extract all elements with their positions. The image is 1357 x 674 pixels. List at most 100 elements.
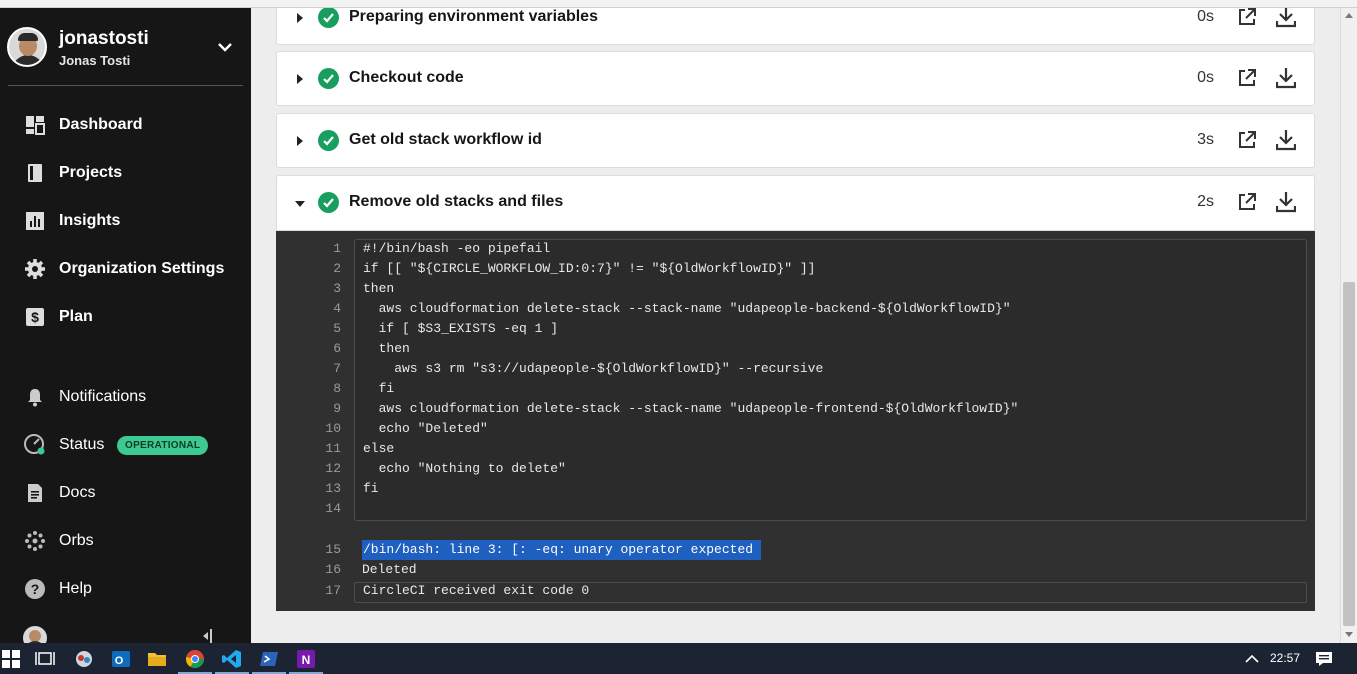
line-number: 2 [333,261,341,276]
page-scrollbar[interactable] [1340,8,1357,643]
download-icon[interactable] [1276,191,1296,213]
line-number: 11 [325,441,341,456]
output-line: CircleCI received exit code 0 [363,583,590,598]
dollar-icon: $ [24,306,46,328]
step-row-expanded[interactable]: Remove old stacks and files 2s [276,175,1315,231]
external-link-icon[interactable] [1237,68,1257,88]
user-profile-menu[interactable]: jonastosti Jonas Tosti [0,8,251,86]
sidebar-item-label: Projects [59,164,123,181]
caret-right-icon[interactable] [296,136,304,146]
sidebar-item-projects[interactable]: Projects [0,153,251,193]
browser-app-icon[interactable] [73,648,95,670]
step-title: Get old stack workflow id [349,131,542,148]
code-line: echo "Deleted" [363,421,488,436]
output-line: Deleted [362,562,417,577]
code-line: fi [363,481,379,496]
output-line-selected[interactable]: /bin/bash: line 3: [: -eq: unary operato… [362,540,762,560]
svg-text:?: ? [31,581,40,597]
gear-icon [24,258,46,280]
sidebar-item-label: Help [59,580,92,597]
code-line: then [363,281,395,296]
step-row[interactable]: Get old stack workflow id 3s [276,113,1315,168]
external-link-icon[interactable] [1237,130,1257,150]
bottom-user-avatar[interactable] [23,626,47,643]
sidebar-item-notifications[interactable]: Notifications [0,377,251,417]
bell-icon [24,386,46,408]
line-number: 9 [333,401,341,416]
sidebar-item-plan[interactable]: $ Plan [0,297,251,337]
task-view-icon[interactable] [34,648,56,670]
sidebar-item-organization-settings[interactable]: Organization Settings [0,249,251,289]
powershell-app-icon[interactable] [258,648,280,670]
action-center-icon[interactable] [1313,648,1335,670]
check-icon [318,68,339,89]
sidebar-item-insights[interactable]: Insights [0,201,251,241]
chevron-down-icon[interactable] [217,39,233,55]
sidebar-item-status[interactable]: Status OPERATIONAL [0,425,251,465]
line-number: 6 [333,341,341,356]
line-number: 16 [325,562,341,577]
sidebar-item-dashboard[interactable]: Dashboard [0,105,251,145]
scroll-up-arrow-icon[interactable] [1345,12,1353,18]
step-row[interactable]: Checkout code 0s [276,51,1315,106]
code-line: if [[ "${CIRCLE_WORKFLOW_ID:0:7}" != "${… [363,261,816,276]
code-line: aws cloudformation delete-stack --stack-… [363,301,1011,316]
insights-icon [24,210,46,232]
onenote-app-icon[interactable]: N [295,648,317,670]
scroll-down-arrow-icon[interactable] [1345,632,1353,638]
vscode-app-icon[interactable] [221,648,243,670]
line-number: 14 [325,501,341,516]
code-line: echo "Nothing to delete" [363,461,566,476]
status-badge: OPERATIONAL [117,436,209,455]
step-duration: 2s [1197,193,1214,210]
gauge-icon [24,434,46,456]
username: jonastosti [59,28,149,49]
download-icon[interactable] [1276,67,1296,89]
sidebar-item-label: Plan [59,308,93,325]
dashboard-icon [24,114,46,136]
step-duration: 3s [1197,131,1214,148]
sidebar-item-label: Notifications [59,388,147,405]
code-line: aws cloudformation delete-stack --stack-… [363,401,1019,416]
line-number: 5 [333,321,341,336]
external-link-icon[interactable] [1237,8,1257,27]
taskbar-clock[interactable]: 22:57 [1270,651,1300,665]
sidebar-divider [8,85,243,86]
sidebar-item-docs[interactable]: Docs [0,473,251,513]
check-icon [318,192,339,213]
sidebar: jonastosti Jonas Tosti Dashboard Project… [0,8,251,643]
outlook-app-icon[interactable]: O [110,648,132,670]
svg-text:O: O [115,655,124,667]
code-line: else [363,441,395,456]
code-line: then [363,341,410,356]
line-number: 13 [325,481,341,496]
windows-start-icon[interactable] [0,648,22,670]
check-icon [318,130,339,151]
chrome-app-icon[interactable] [184,648,206,670]
line-number: 8 [333,381,341,396]
caret-down-icon[interactable] [295,200,305,208]
download-icon[interactable] [1276,129,1296,151]
step-row[interactable]: Preparing environment variables 0s [276,8,1315,45]
sidebar-item-orbs[interactable]: Orbs [0,521,251,561]
svg-text:N: N [302,653,311,667]
scrollbar-thumb[interactable] [1343,282,1355,626]
caret-right-icon[interactable] [296,74,304,84]
help-icon: ? [24,578,46,600]
chevron-up-icon[interactable] [1241,648,1263,670]
step-title: Remove old stacks and files [349,193,564,210]
check-icon [318,8,339,28]
step-duration: 0s [1197,69,1214,86]
sidebar-item-help[interactable]: ? Help [0,569,251,609]
download-icon[interactable] [1276,8,1296,28]
line-number: 10 [325,421,341,436]
line-number: 1 [333,241,341,256]
code-line: aws s3 rm "s3://udapeople-${OldWorkflowI… [363,361,824,376]
orbs-icon [24,530,46,552]
caret-right-icon[interactable] [296,13,304,23]
sidebar-item-label: Insights [59,212,121,229]
external-link-icon[interactable] [1237,192,1257,212]
file-explorer-icon[interactable] [146,648,168,670]
step-duration: 0s [1197,8,1214,25]
collapse-sidebar-icon[interactable] [199,629,215,643]
